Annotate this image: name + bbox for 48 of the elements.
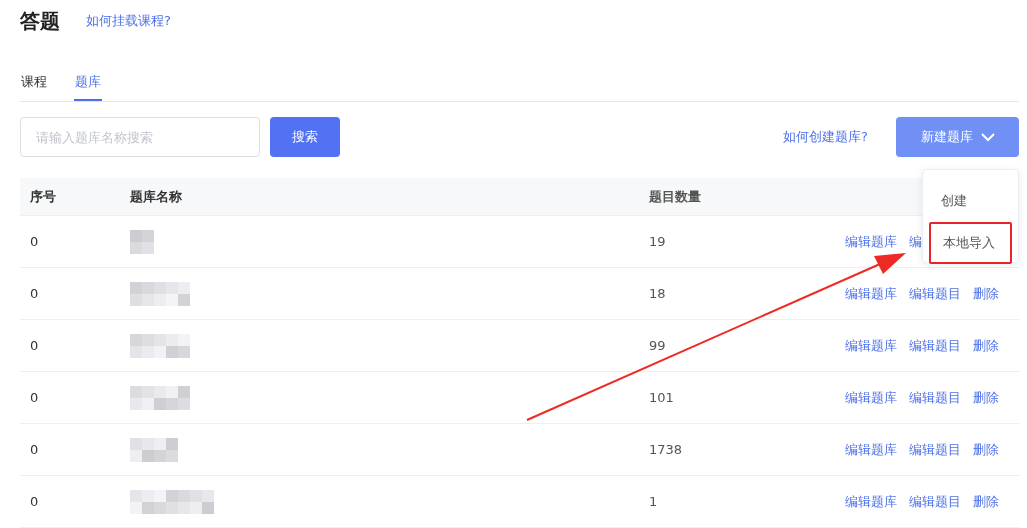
help-link[interactable]: 如何挂载课程? bbox=[86, 12, 171, 30]
search-field[interactable]: 请输入题库名称搜索 bbox=[20, 117, 260, 157]
action-link[interactable]: 编辑题目 bbox=[909, 284, 961, 303]
action-link[interactable]: 删除 bbox=[973, 388, 999, 407]
action-link[interactable]: 删除 bbox=[973, 336, 999, 355]
table-cell-text: 0 bbox=[29, 286, 40, 301]
column-header: 序号 bbox=[29, 187, 57, 206]
search-button[interactable]: 搜索 bbox=[270, 117, 340, 157]
action-link[interactable]: 删除 bbox=[973, 284, 999, 303]
help-link[interactable]: 如何创建题库? bbox=[783, 128, 868, 146]
table-cell-text: 101 bbox=[649, 390, 675, 405]
table-cell-text: 0 bbox=[29, 442, 40, 457]
action-link[interactable]: 编辑题目 bbox=[909, 388, 961, 407]
action-link[interactable]: 编辑题目 bbox=[909, 336, 961, 355]
table-cell-text: 0 bbox=[29, 234, 40, 249]
table-cell-text: 1 bbox=[649, 494, 659, 509]
tab[interactable]: 课程 bbox=[20, 70, 48, 101]
page-title: 答题 bbox=[20, 7, 60, 35]
action-link[interactable]: 编辑题库 bbox=[845, 440, 897, 459]
menu-item[interactable]: 本地导入 bbox=[929, 222, 1012, 264]
new-bank-button[interactable]: 新建题库 bbox=[896, 117, 1019, 157]
redacted-name-drawing bbox=[130, 281, 190, 306]
action-link[interactable]: 删除 bbox=[973, 440, 999, 459]
table-cell-text: 19 bbox=[649, 234, 667, 249]
action-link[interactable]: 编辑题库 bbox=[845, 388, 897, 407]
action-link[interactable]: 编辑题库 bbox=[845, 284, 897, 303]
redacted-name-drawing bbox=[130, 437, 178, 462]
table-cell-text: 0 bbox=[29, 338, 40, 353]
table-cell-text: 0 bbox=[29, 390, 40, 405]
table-cell-text: 99 bbox=[649, 338, 667, 353]
redacted-name-drawing bbox=[130, 229, 154, 254]
table-cell-text: 18 bbox=[649, 286, 667, 301]
column-header: 题目数量 bbox=[649, 187, 702, 206]
caret-icon bbox=[980, 132, 995, 142]
redacted-name-drawing bbox=[130, 385, 190, 410]
table-cell-text: 0 bbox=[29, 494, 40, 509]
action-link[interactable]: 编辑题目 bbox=[909, 492, 961, 511]
menu-item[interactable]: 创建 bbox=[929, 184, 1012, 218]
action-link[interactable]: 编辑题库 bbox=[845, 232, 897, 251]
redacted-name-drawing bbox=[130, 333, 190, 358]
table-cell-text: 1738 bbox=[649, 442, 684, 457]
action-link[interactable]: 编辑题库 bbox=[845, 336, 897, 355]
action-link[interactable]: 删除 bbox=[973, 492, 999, 511]
column-header: 题库名称 bbox=[130, 187, 183, 206]
action-link[interactable]: 编辑题库 bbox=[845, 492, 897, 511]
action-link[interactable]: 编 bbox=[909, 232, 922, 251]
tab[interactable]: 题库 bbox=[74, 70, 102, 101]
action-link[interactable]: 编辑题目 bbox=[909, 440, 961, 459]
